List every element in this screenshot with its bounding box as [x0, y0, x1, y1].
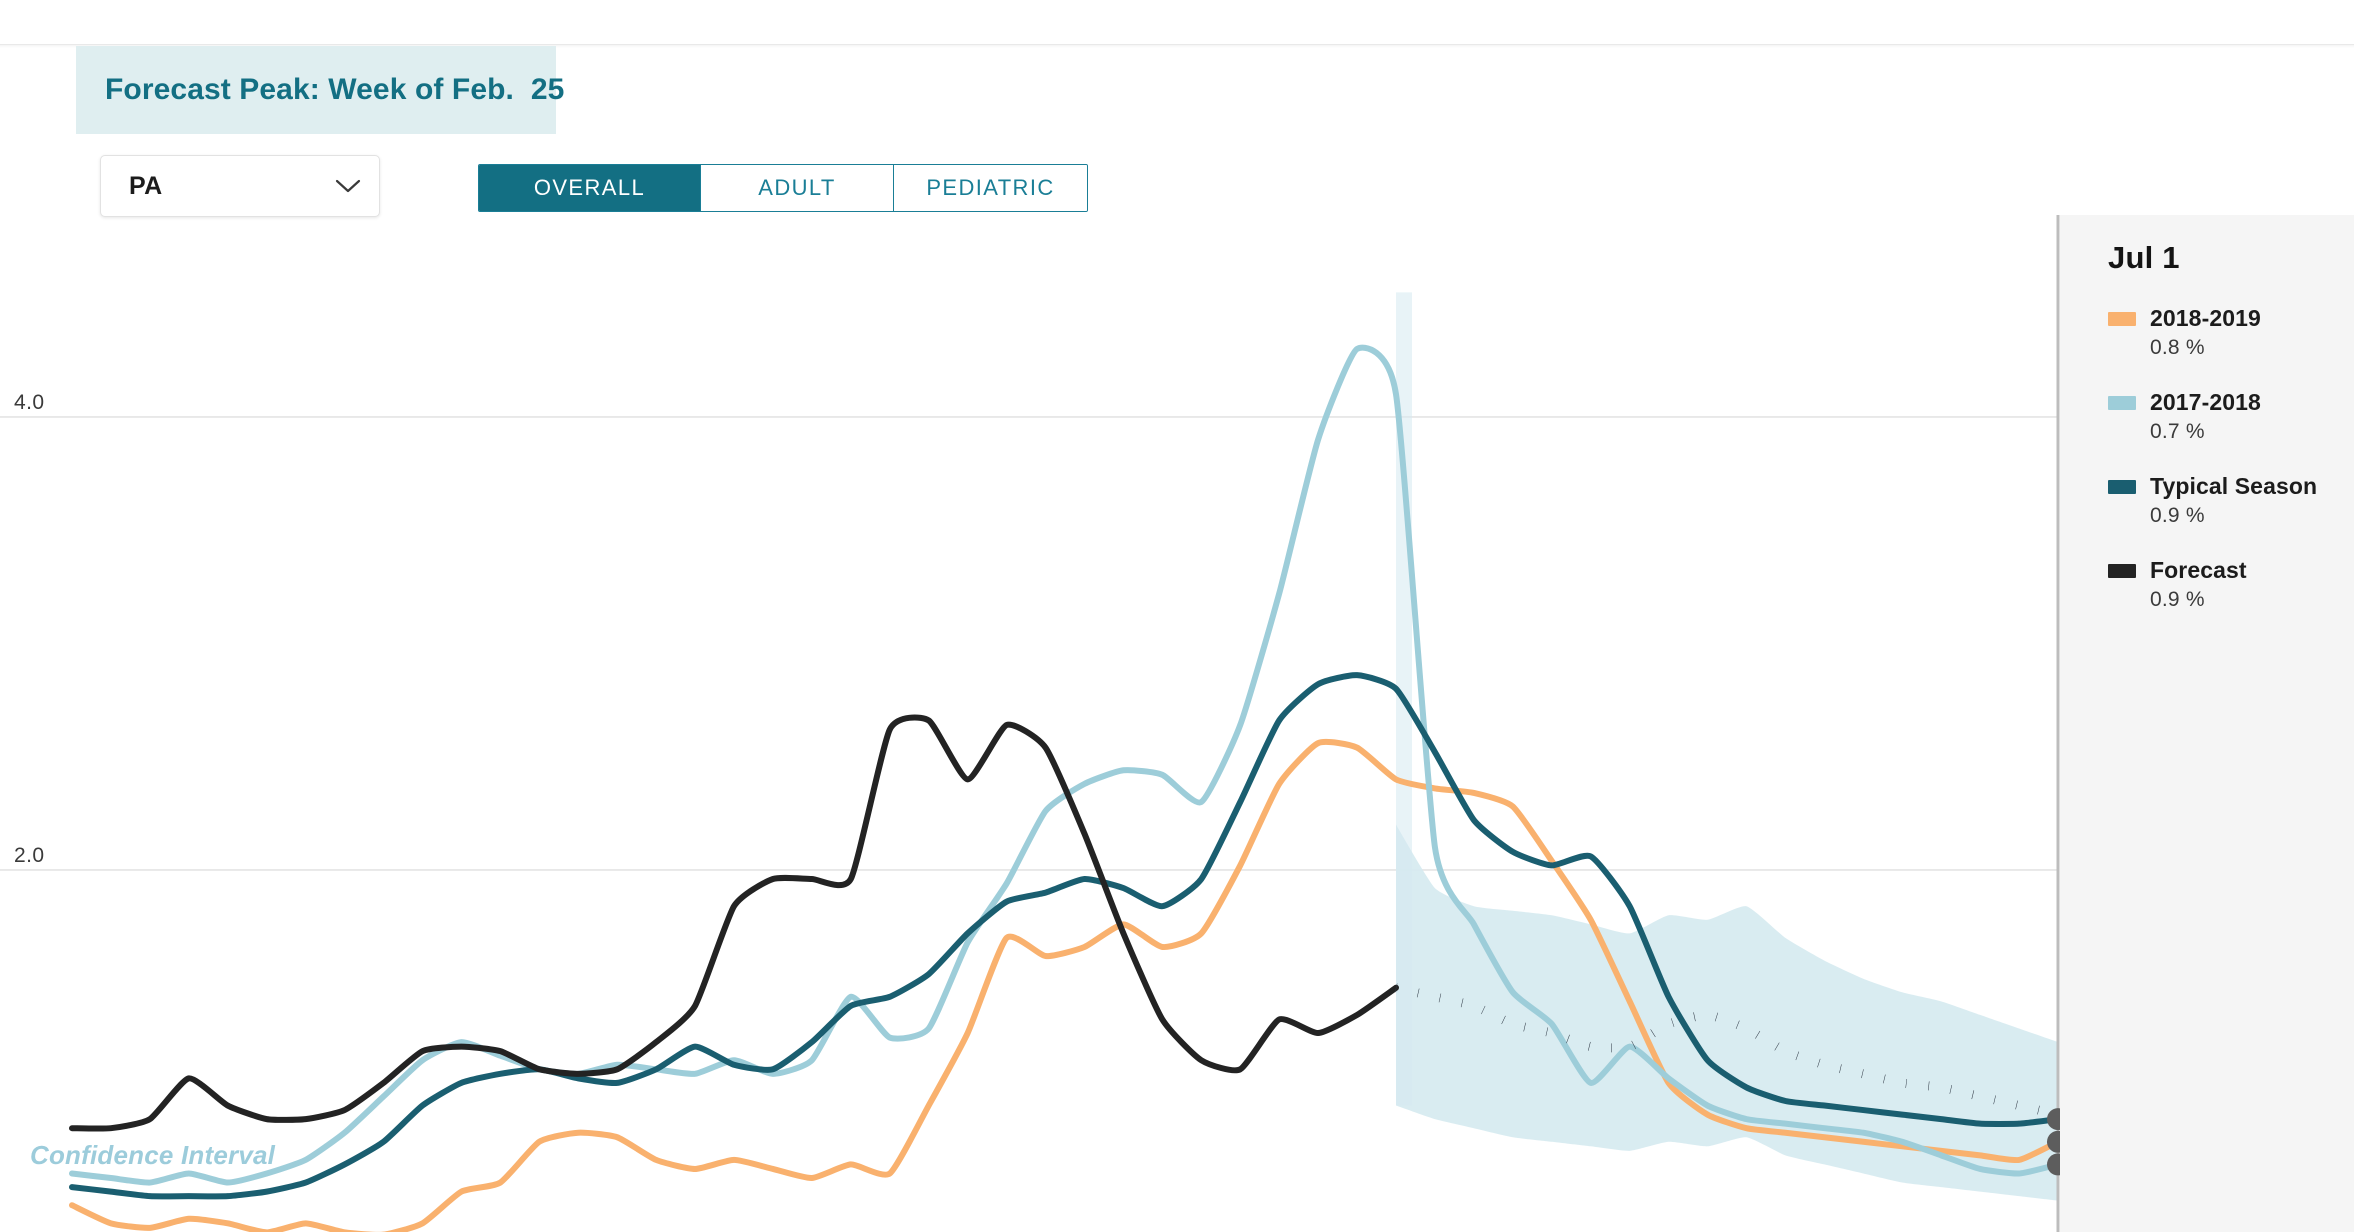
- tooltip-row: 2017-2018 0.7 %: [2108, 389, 2354, 444]
- forecast-peak-label: Forecast Peak: Week of Feb. 25: [105, 73, 565, 106]
- tooltip-series-name: Forecast: [2150, 557, 2247, 583]
- tooltip-row: Typical Season 0.9 %: [2108, 473, 2354, 528]
- tooltip-series-name: 2017-2018: [2150, 389, 2261, 415]
- chart-svg: [0, 215, 2069, 1232]
- state-select-value: PA: [129, 171, 163, 200]
- tooltip-row-header: 2018-2019: [2108, 305, 2354, 332]
- tooltip-rows: 2018-2019 0.8 % 2017-2018 0.7 % Typical Seas…: [2108, 305, 2354, 612]
- legend-swatch-icon: [2108, 479, 2136, 494]
- tooltip-date: Jul 1: [2108, 240, 2180, 275]
- y-axis-tick-label: 4.0: [14, 390, 45, 414]
- tab-adult[interactable]: ADULT: [701, 165, 894, 211]
- tooltip-row-header: Typical Season: [2108, 473, 2354, 500]
- tooltip-row-header: 2017-2018: [2108, 389, 2354, 416]
- legend-swatch-icon: [2108, 395, 2136, 410]
- forecast-chart-page: Forecast Peak: Week of Feb. 25 PA OVERAL…: [0, 0, 2354, 1232]
- forecast-peak-banner: Forecast Peak: Week of Feb. 25: [76, 46, 564, 134]
- view-tabs: OVERALL ADULT PEDIATRIC: [478, 164, 1088, 212]
- state-select[interactable]: PA: [100, 155, 380, 217]
- tooltip-row-header: Forecast: [2108, 557, 2354, 584]
- tooltip-panel: Jul 1 2018-2019 0.8 % 2017-2018 0.7 % Typica…: [2060, 215, 2354, 1232]
- tab-pediatric[interactable]: PEDIATRIC: [894, 165, 1087, 211]
- tab-overall[interactable]: OVERALL: [479, 165, 701, 211]
- tooltip-series-value: 0.8 %: [2150, 336, 2205, 359]
- legend-swatch-icon: [2108, 311, 2136, 326]
- tooltip-series-value: 0.9 %: [2150, 588, 2205, 611]
- tooltip-series-value: 0.7 %: [2150, 420, 2205, 443]
- chart-area[interactable]: 0.02.04.0Jul 4Aug 8Sep 12Oct 17Nov 21Dec…: [0, 215, 2354, 1232]
- tooltip-row: 2018-2019 0.8 %: [2108, 305, 2354, 360]
- legend-swatch-icon: [2108, 563, 2136, 578]
- confidence-interval-band: [1396, 824, 2058, 1201]
- tooltip-series-name: Typical Season: [2150, 473, 2318, 499]
- tooltip-row: Forecast 0.9 %: [2108, 557, 2354, 612]
- tooltip-series-name: 2018-2019: [2150, 305, 2261, 331]
- tooltip-series-value: 0.9 %: [2150, 504, 2205, 527]
- chevron-down-icon: [335, 178, 361, 194]
- y-axis-tick-label: 2.0: [14, 843, 45, 867]
